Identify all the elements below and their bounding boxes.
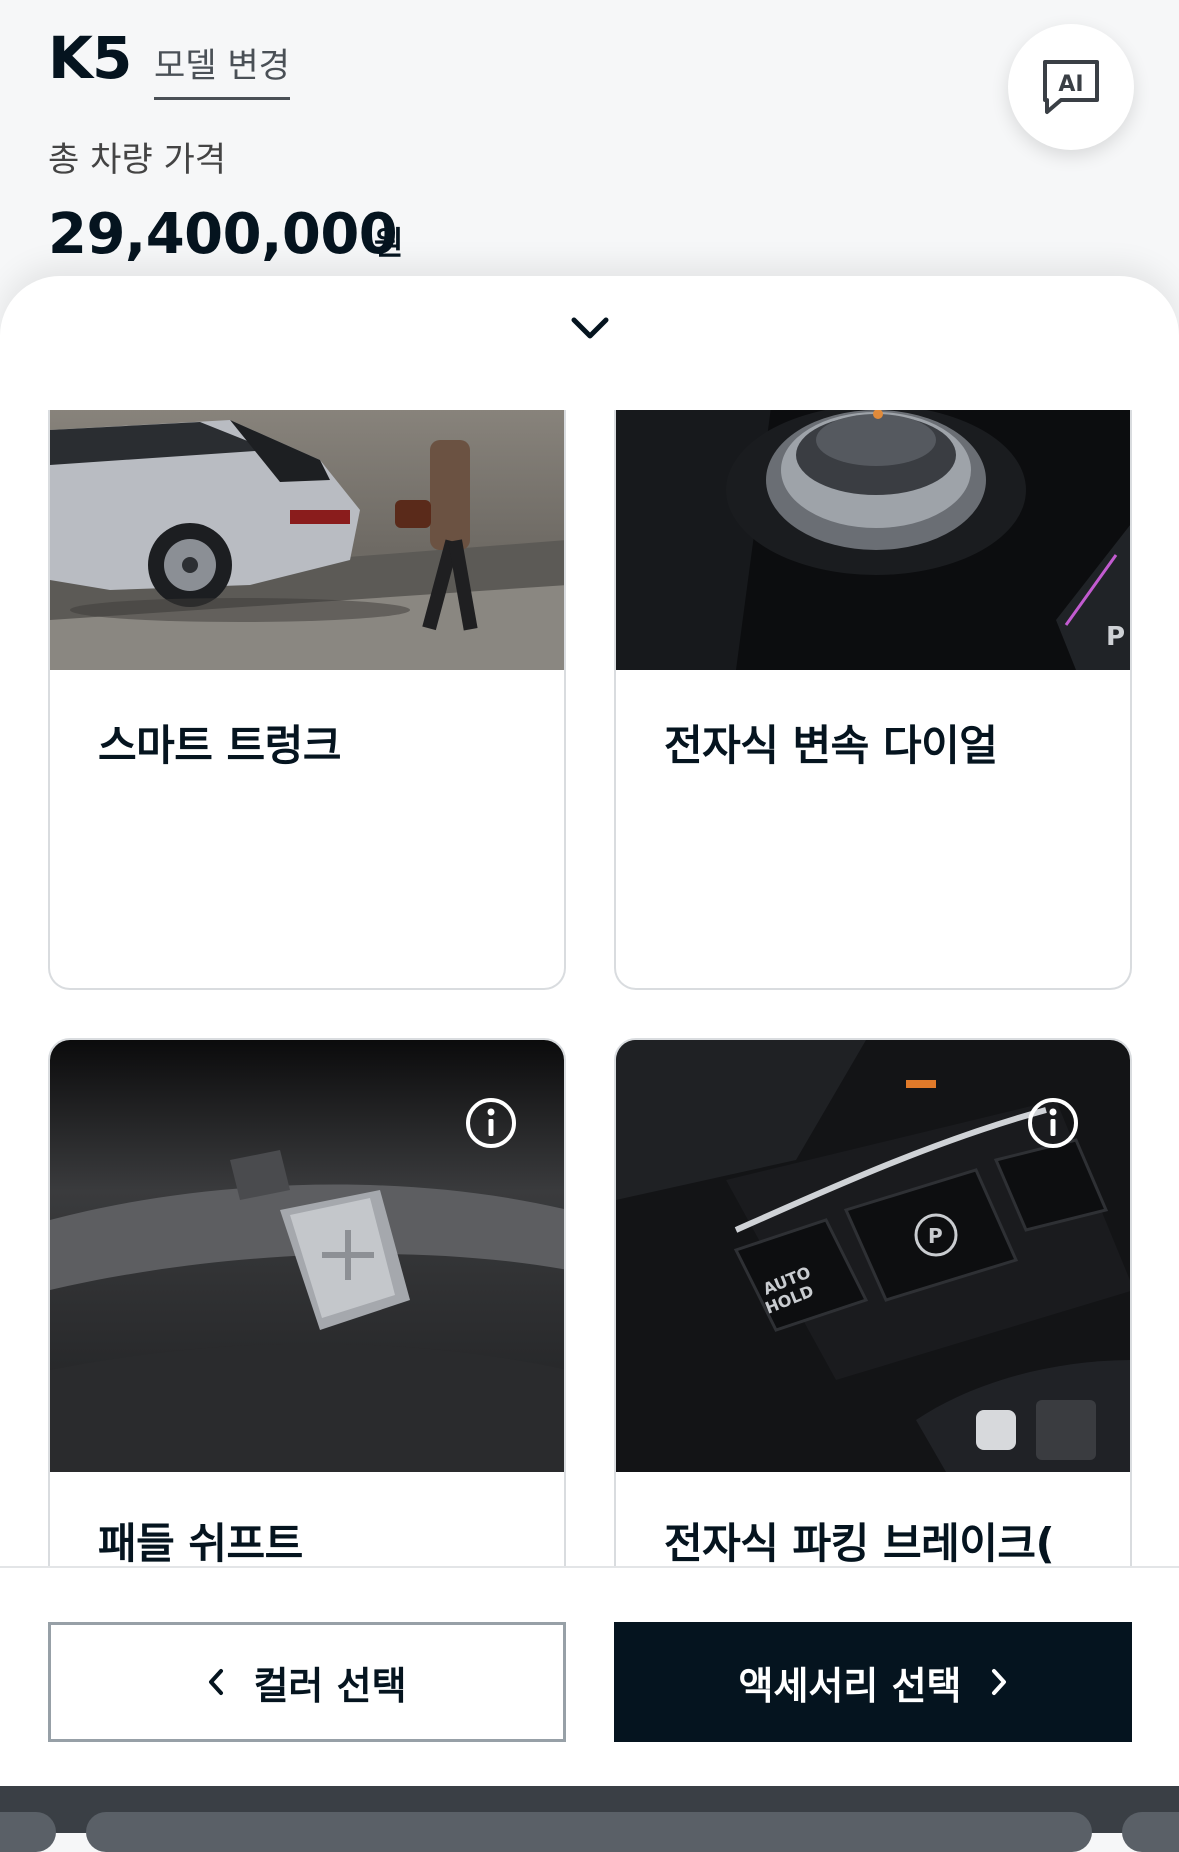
next-step-button[interactable]: 액세서리 선택 [614, 1622, 1132, 1742]
svg-text:P: P [1106, 622, 1125, 652]
prev-step-label: 컬러 선택 [253, 1663, 407, 1708]
option-title: 스마트 트렁크 [98, 721, 341, 770]
chevron-down-icon [571, 317, 609, 339]
ai-label: AI [1058, 72, 1083, 97]
option-title: 패들 쉬프트 [98, 1519, 303, 1566]
prev-step-button[interactable]: 컬러 선택 [48, 1622, 566, 1742]
collapse-sheet-button[interactable] [560, 306, 620, 350]
option-card-smart-trunk[interactable]: 스마트 트렁크 [48, 410, 566, 990]
option-card-parking-brake[interactable]: P AUTO HOLD 전자식 파킹 브레이크( [614, 1038, 1132, 1566]
chevron-left-icon [209, 1669, 224, 1695]
option-card-shift-dial[interactable]: P 전자식 변속 다이얼 [614, 410, 1132, 990]
option-title: 전자식 변속 다이얼 [664, 721, 998, 770]
svg-text:P: P [928, 1224, 943, 1248]
system-menu-pill[interactable] [1122, 1812, 1179, 1852]
total-price-value: 29,400,000 [48, 202, 398, 267]
system-back-pill[interactable] [0, 1812, 56, 1852]
step-navigation-bar: 컬러 선택 액세서리 선택 [0, 1566, 1179, 1786]
model-change-link[interactable]: 모델 변경 [154, 38, 290, 100]
system-navigation-strip [0, 1786, 1179, 1852]
option-title: 전자식 파킹 브레이크( [664, 1519, 1055, 1566]
ai-chat-icon: AI [1043, 60, 1099, 114]
total-price-label: 총 차량 가격 [48, 140, 227, 180]
system-address-pill[interactable] [86, 1812, 1092, 1852]
options-sheet: 스마트 트렁크 P 전자식 변속 다이얼 패들 쉬프트 P AUTO HOLD … [0, 276, 1179, 1566]
car-trunk-photo [50, 410, 564, 670]
parking-brake-photo: P AUTO HOLD [616, 1040, 1130, 1472]
option-grid[interactable]: 스마트 트렁크 P 전자식 변속 다이얼 패들 쉬프트 P AUTO HOLD … [0, 410, 1179, 1566]
chevron-right-icon [991, 1669, 1006, 1695]
summary-header: K5 모델 변경 총 차량 가격 29,400,000 원 AI [0, 0, 1179, 300]
info-icon[interactable] [464, 1096, 518, 1150]
price-unit: 원 [374, 224, 404, 262]
ai-chat-button[interactable]: AI [1008, 24, 1134, 150]
option-card-paddle-shift[interactable]: 패들 쉬프트 [48, 1038, 566, 1566]
paddle-shift-photo [50, 1040, 564, 1472]
info-icon[interactable] [1026, 1096, 1080, 1150]
model-name: K5 [48, 24, 132, 92]
gear-dial-photo: P [616, 410, 1130, 670]
next-step-label: 액세서리 선택 [738, 1663, 962, 1708]
